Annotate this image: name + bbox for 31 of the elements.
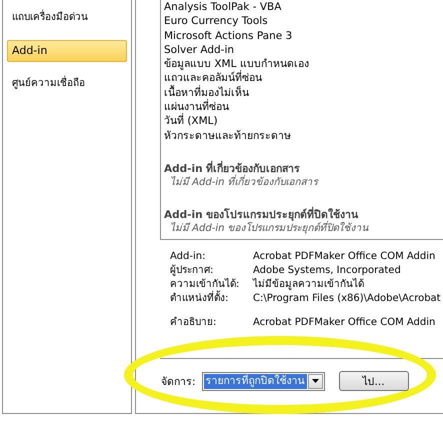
addin-item[interactable]: Analysis ToolPak - VBA — [164, 0, 443, 14]
addin-item[interactable]: Solver Add-in — [164, 42, 443, 58]
manage-dropdown[interactable]: รายการที่ถูกปิดใช้งาน — [202, 372, 325, 390]
detail-label: ผู้ประกาศ: — [170, 264, 214, 278]
group-heading: Add-in ของโปรแกรมประยุกต์ที่ปิดใช้งาน — [164, 208, 358, 221]
addin-item[interactable]: แถวและคอลัมน์ที่ซ่อน — [164, 71, 443, 86]
addin-item[interactable]: หัวกระดาษและท้ายกระดาษ — [164, 128, 443, 143]
addin-item[interactable]: Microsoft Actions Pane 3 — [164, 28, 443, 43]
addin-item[interactable]: เนื้อหาที่มองไม่เห็น — [164, 86, 443, 100]
addin-item[interactable]: แผ่นงานที่ซ่อน — [164, 100, 443, 114]
manage-label: จัดการ: — [161, 374, 196, 390]
detail-label: Add-in: — [170, 250, 206, 264]
sidebar-item[interactable]: ศูนย์ความเชื่อถือ — [7, 73, 127, 95]
detail-label: ตำแหน่งที่ตั้ง: — [170, 292, 253, 306]
detail-label: คำอธิบาย: — [170, 316, 218, 330]
go-button[interactable]: ไป... — [338, 371, 409, 391]
dropdown-arrow-icon — [312, 379, 319, 383]
empty-note: ไม่มี Add-in ที่เกี่ยวข้องกับเอกสาร — [169, 176, 320, 189]
detail-label: ความเข้ากันได้: — [170, 278, 240, 290]
addin-item[interactable]: ข้อมูลแบบ XML แบบกำหนดเอง — [164, 57, 443, 72]
group-heading: Add-in ที่เกี่ยวข้องกับเอกสาร — [164, 162, 300, 175]
sidebar-item[interactable]: Add-in — [7, 40, 127, 62]
detail-value: Adobe Systems, Incorporated — [253, 264, 402, 278]
detail-value: ไม่มีข้อมูลความเข้ากันได้ — [253, 278, 365, 292]
detail-value: Acrobat PDFMaker Office COM Addin — [253, 316, 436, 330]
addin-item[interactable]: วันที่ (XML) — [164, 114, 443, 129]
empty-note: ไม่มี Add-in ของโปรแกรมประยุกต์ที่ปิดใช้งาน — [169, 222, 370, 235]
detail-value: Acrobat PDFMaker Office COM Addin — [253, 250, 436, 264]
sidebar-item[interactable]: แถบเครื่องมือด่วน — [7, 7, 127, 29]
detail-value: C:\Program Files (x86)\Adobe\Acrobat — [253, 292, 442, 306]
addin-item[interactable]: Euro Currency Tools — [164, 14, 443, 29]
